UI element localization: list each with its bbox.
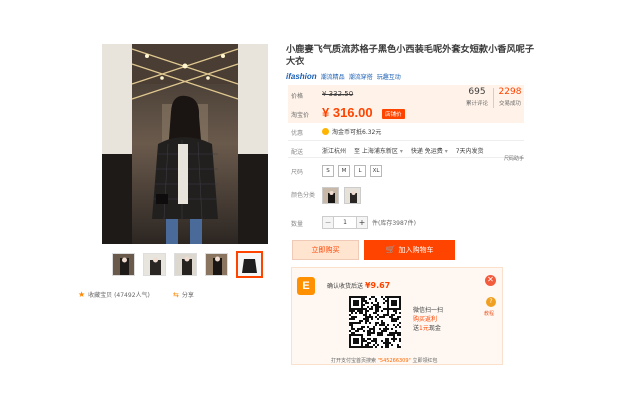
brand-tag-2[interactable]: 潮流穿搭 (349, 72, 373, 81)
favorite-link[interactable]: ★ 收藏宝贝 (47492人气) (78, 290, 150, 299)
size-option-l[interactable]: L (354, 165, 366, 177)
divider (288, 140, 524, 141)
scan-instructions: 微信扫一扫 购买返利 送1元现金 (413, 306, 443, 333)
original-price-label: 价格 (291, 93, 304, 100)
current-price: ¥ 316.00 (322, 105, 373, 120)
size-option-s[interactable]: S (322, 165, 334, 177)
delivery-to: 至 上海浦东新区 (354, 148, 398, 155)
main-product-image (102, 44, 268, 244)
sales-count-stat[interactable]: 2298 交易成功 (493, 87, 527, 107)
color-swatch-2[interactable] (344, 187, 361, 204)
share-icon: ⇆ (173, 290, 179, 299)
thumbnail-4[interactable] (205, 253, 228, 276)
product-title: 小鹿妻飞气质流苏格子黑色小西装毛呢外套女短款小香风呢子大衣 (286, 44, 535, 67)
size-option-m[interactable]: M (338, 165, 350, 177)
sales-count: 2298 (498, 87, 522, 97)
cashback-confirm-label: 确认收货后送 (327, 283, 364, 290)
review-count-stat[interactable]: 695 累计评论 (460, 87, 494, 107)
sales-count-label: 交易成功 (498, 101, 521, 107)
help-label[interactable]: 教程 (484, 310, 494, 317)
review-count: 695 (468, 87, 486, 97)
ifashion-logo[interactable]: ifashion (286, 72, 317, 81)
divider (288, 157, 524, 158)
alipay-hint: 打开支付宝首页搜索 "545266309" 立即领红包 (331, 357, 437, 364)
cashback-text: 确认收货后送 ¥9.67 (327, 281, 390, 290)
close-icon[interactable]: ✕ (485, 275, 496, 286)
thumbnail-2[interactable] (143, 253, 166, 276)
cart-icon: 🛒 (385, 245, 396, 254)
size-chart-link[interactable]: 尺码助手 (504, 155, 524, 162)
thumbnail-3[interactable] (174, 253, 197, 276)
size-options: S M L XL (322, 165, 382, 177)
thumbnail-strip (112, 251, 263, 278)
qr-code (349, 296, 401, 348)
alipay-hint-post: 立即领红包 (412, 358, 438, 364)
alipay-hint-pre: 打开支付宝首页搜索 (331, 358, 377, 364)
thumbnail-5-active[interactable] (236, 251, 263, 278)
quantity-stepper: − 1 + 件(库存3987件) (322, 216, 416, 229)
share-link[interactable]: ⇆ 分享 (173, 290, 194, 300)
stock-info: 件(库存3987件) (372, 220, 416, 227)
scan-line-3: 送1元现金 (413, 324, 443, 333)
benefit-row: 淘金币可抵6.32元 (322, 127, 381, 136)
thumbnail-1[interactable] (112, 253, 135, 276)
chevron-down-icon: ▾ (399, 148, 403, 155)
scan-line-3-amount: 1元 (419, 325, 429, 332)
favorite-label: 收藏宝贝 (47492人气) (88, 292, 150, 299)
size-option-xl[interactable]: XL (370, 165, 382, 177)
benefit-text: 淘金币可抵6.32元 (332, 129, 382, 136)
brand-row: ifashion 潮流精品 潮流穿搭 玩趣互动 (286, 72, 401, 81)
quantity-plus-button[interactable]: + (356, 216, 368, 229)
color-label: 颜色分类 (291, 192, 316, 199)
delivery-to-select[interactable]: 至 上海浦东新区 ▾ (354, 146, 403, 155)
scan-line-1: 微信扫一扫 (413, 307, 444, 314)
alipay-hint-code: "545266309" (377, 358, 411, 364)
chevron-down-icon: ▾ (444, 148, 448, 155)
delivery-returns: 7天内发货 (455, 148, 484, 155)
scan-line-2: 购买返利 (413, 316, 438, 323)
star-icon: ★ (78, 290, 86, 299)
original-price: ¥ 332.50 (322, 90, 354, 98)
quantity-label: 数量 (291, 221, 304, 228)
size-label: 尺码 (291, 169, 304, 176)
scan-line-3-post: 现金 (428, 325, 441, 332)
product-page: ★ 收藏宝贝 (47492人气) ⇆ 分享 小鹿妻飞气质流苏格子黑色小西装毛呢外… (0, 0, 640, 400)
brand-tag-1[interactable]: 潮流精品 (321, 72, 345, 81)
delivery-fee-select[interactable]: 快递 免运费 ▾ (411, 146, 448, 155)
price-badge: 店铺价 (382, 109, 405, 119)
add-to-cart-label: 加入购物车 (398, 246, 434, 254)
share-label: 分享 (181, 292, 194, 299)
brand-tag-3[interactable]: 玩趣互动 (377, 72, 401, 81)
color-options (322, 187, 361, 204)
buy-now-button[interactable]: 立即购买 (292, 240, 359, 260)
delivery-row: 浙江杭州 至 上海浦东新区 ▾ 快递 免运费 ▾ 7天内发货 (322, 146, 484, 155)
delivery-from: 浙江杭州 (322, 148, 347, 155)
current-price-label: 淘宝价 (291, 112, 310, 119)
quantity-minus-button[interactable]: − (322, 216, 334, 229)
review-count-label: 累计评论 (465, 101, 488, 107)
delivery-fee: 快递 免运费 (410, 148, 443, 155)
cashback-amount: ¥9.67 (364, 281, 391, 290)
cashback-logo: E (297, 277, 315, 295)
delivery-label: 配送 (291, 149, 304, 156)
coin-icon (322, 128, 329, 135)
benefit-label: 优惠 (291, 130, 304, 137)
add-to-cart-button[interactable]: 🛒 加入购物车 (364, 240, 455, 260)
quantity-input[interactable]: 1 (334, 216, 356, 229)
help-icon[interactable]: ? (486, 297, 496, 307)
color-swatch-1[interactable] (322, 187, 339, 204)
